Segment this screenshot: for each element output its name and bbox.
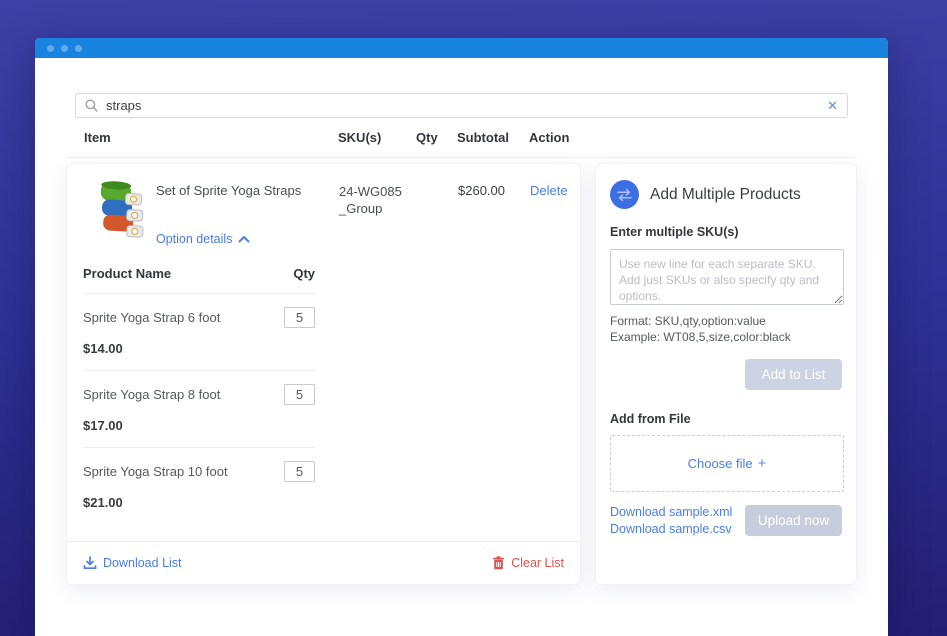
option-product-price: $21.00 bbox=[83, 495, 315, 510]
sku-line1: 24-WG085 bbox=[339, 184, 402, 199]
clear-list-button[interactable]: Clear List bbox=[492, 556, 564, 570]
product-image bbox=[91, 179, 146, 246]
option-product-name: Sprite Yoga Strap 10 foot bbox=[83, 464, 228, 479]
option-product-price: $17.00 bbox=[83, 418, 315, 433]
option-row: Sprite Yoga Strap 10 foot $21.00 bbox=[83, 448, 315, 524]
column-header-item: Item bbox=[84, 130, 111, 145]
add-multiple-products-panel: Add Multiple Products Enter multiple SKU… bbox=[595, 163, 857, 585]
clear-list-label: Clear List bbox=[511, 556, 564, 570]
option-details-label: Option details bbox=[156, 232, 232, 246]
clear-search-icon[interactable]: ✕ bbox=[827, 99, 838, 112]
browser-window: ✕ Item SKU(s) Qty Subtotal Action bbox=[35, 38, 888, 636]
cart-item-subtotal: $260.00 bbox=[458, 183, 505, 198]
download-list-button[interactable]: Download List bbox=[83, 556, 182, 570]
add-to-list-button[interactable]: Add to List bbox=[745, 359, 842, 390]
sample-links: Download sample.xml Download sample.csv bbox=[610, 504, 732, 538]
download-list-label: Download List bbox=[103, 556, 182, 570]
window-titlebar bbox=[35, 38, 888, 58]
download-icon bbox=[83, 556, 97, 570]
option-row: Sprite Yoga Strap 6 foot $14.00 bbox=[83, 294, 315, 371]
option-product-name: Sprite Yoga Strap 6 foot bbox=[83, 310, 220, 325]
exchange-arrows-icon bbox=[610, 180, 639, 209]
qty-input[interactable] bbox=[284, 461, 315, 482]
option-row: Sprite Yoga Strap 8 foot $17.00 bbox=[83, 371, 315, 448]
delete-item-link[interactable]: Delete bbox=[530, 183, 568, 198]
option-details-toggle[interactable]: Option details bbox=[156, 232, 250, 246]
column-header-sku: SKU(s) bbox=[338, 130, 381, 145]
file-dropzone[interactable]: Choose file + bbox=[610, 435, 844, 492]
option-product-price: $14.00 bbox=[83, 341, 315, 356]
list-table-header: Item SKU(s) Qty Subtotal Action bbox=[35, 130, 888, 146]
qty-input[interactable] bbox=[284, 384, 315, 405]
column-header-subtotal: Subtotal bbox=[457, 130, 509, 145]
search-icon bbox=[85, 99, 98, 112]
list-actions-bar: Download List Clear List bbox=[67, 541, 580, 584]
option-header-qty: Qty bbox=[293, 266, 315, 281]
download-sample-csv-link[interactable]: Download sample.csv bbox=[610, 521, 732, 538]
add-from-file-label: Add from File bbox=[610, 412, 691, 426]
option-details-table: Product Name Qty Sprite Yoga Strap 6 foo… bbox=[83, 266, 315, 524]
option-product-name: Sprite Yoga Strap 8 foot bbox=[83, 387, 220, 402]
column-header-qty: Qty bbox=[416, 130, 438, 145]
panel-header: Add Multiple Products bbox=[610, 180, 801, 209]
enter-sku-label: Enter multiple SKU(s) bbox=[610, 225, 739, 239]
cart-item-sku: 24-WG085 _Group bbox=[339, 183, 402, 217]
qty-input[interactable] bbox=[284, 307, 315, 328]
header-divider bbox=[66, 157, 857, 158]
panel-title: Add Multiple Products bbox=[650, 186, 801, 204]
column-header-action: Action bbox=[529, 130, 569, 145]
option-header-name: Product Name bbox=[83, 266, 171, 281]
download-sample-xml-link[interactable]: Download sample.xml bbox=[610, 504, 732, 521]
cart-item-name: Set of Sprite Yoga Straps bbox=[156, 183, 301, 198]
plus-icon: + bbox=[758, 455, 767, 472]
upload-now-button[interactable]: Upload now bbox=[745, 505, 842, 536]
choose-file-link[interactable]: Choose file + bbox=[688, 455, 767, 472]
trash-icon bbox=[492, 556, 505, 570]
multiple-sku-textarea[interactable] bbox=[610, 249, 844, 305]
product-search-bar: ✕ bbox=[75, 93, 848, 118]
search-input[interactable] bbox=[106, 98, 818, 113]
format-hint: Format: SKU,qty,option:value bbox=[610, 314, 766, 328]
example-hint: Example: WT08,5,size,color:black bbox=[610, 330, 791, 344]
window-control-dot[interactable] bbox=[47, 45, 54, 52]
choose-file-label: Choose file bbox=[688, 456, 753, 471]
cart-item-card: Set of Sprite Yoga Straps 24-WG085 _Group… bbox=[66, 163, 581, 585]
chevron-up-icon bbox=[238, 235, 250, 243]
option-table-header: Product Name Qty bbox=[83, 266, 315, 294]
sku-line2: _Group bbox=[339, 201, 382, 216]
window-control-dot[interactable] bbox=[75, 45, 82, 52]
window-control-dot[interactable] bbox=[61, 45, 68, 52]
